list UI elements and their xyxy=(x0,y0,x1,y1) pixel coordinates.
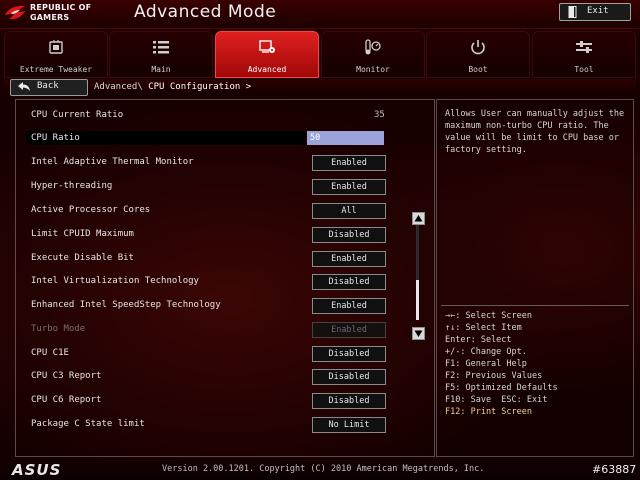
setting-label: Hyper-threading xyxy=(31,181,113,191)
setting-row-turbo-mode: Turbo Mode Enabled xyxy=(16,322,416,338)
hotkey-change-opt: +/-: Change Opt. xyxy=(445,347,527,357)
tab-label: Boot xyxy=(468,65,488,74)
setting-row-cpu-c1e[interactable]: CPU C1E Disabled xyxy=(16,346,416,362)
hotkey-select-screen: →←: Select Screen xyxy=(445,311,532,321)
setting-label: Intel Virtualization Technology xyxy=(31,276,199,286)
setting-label: Package C State limit xyxy=(31,419,145,429)
setting-select[interactable]: All xyxy=(312,203,386,219)
setting-select[interactable]: Disabled xyxy=(312,274,386,290)
setting-row-cpu-current-ratio: CPU Current Ratio 35 xyxy=(16,108,416,122)
setting-row-cpu-ratio[interactable]: CPU Ratio 50 xyxy=(16,131,416,145)
tab-main[interactable]: Main xyxy=(109,31,213,78)
hotkey-legend: →←: Select Screen ↑↓: Select Item Enter:… xyxy=(445,310,629,418)
breadcrumb: Advanced\ CPU Configuration > xyxy=(94,82,251,92)
settings-panel: CPU Current Ratio 35 CPU Ratio 50 Intel … xyxy=(15,99,435,457)
setting-label: Active Processor Cores xyxy=(31,205,151,215)
brand-line1: REPUBLIC OF xyxy=(30,3,92,12)
setting-row-speedstep-technology[interactable]: Enhanced Intel SpeedStep Technology Enab… xyxy=(16,298,416,314)
setting-row-virtualization-technology[interactable]: Intel Virtualization Technology Disabled xyxy=(16,274,416,290)
mode-title: Advanced Mode xyxy=(134,2,277,22)
setting-row-limit-cpuid-maximum[interactable]: Limit CPUID Maximum Disabled xyxy=(16,227,416,243)
exit-label: Exit xyxy=(587,6,609,16)
hotkey-select-item: ↑↓: Select Item xyxy=(445,323,522,333)
scroll-up-button[interactable] xyxy=(412,212,425,225)
setting-select[interactable]: Disabled xyxy=(312,227,386,243)
power-icon xyxy=(471,40,485,55)
setting-label: CPU C3 Report xyxy=(31,371,102,381)
setting-row-hyper-threading[interactable]: Hyper-threading Enabled xyxy=(16,179,416,195)
setting-label: CPU C6 Report xyxy=(31,395,102,405)
setting-value: 35 xyxy=(374,110,385,120)
setting-select[interactable]: Enabled xyxy=(312,179,386,195)
setting-select[interactable]: Disabled xyxy=(312,346,386,362)
setting-select[interactable]: Disabled xyxy=(312,393,386,409)
setting-label: CPU Current Ratio xyxy=(31,110,124,120)
watermark-id: #63887 xyxy=(592,463,637,476)
setting-label: Enhanced Intel SpeedStep Technology xyxy=(31,300,221,310)
setting-row-cpu-c3-report[interactable]: CPU C3 Report Disabled xyxy=(16,369,416,385)
list-icon xyxy=(153,41,169,54)
advanced-chip-icon xyxy=(259,40,275,53)
tab-monitor[interactable]: Monitor xyxy=(321,31,425,78)
setting-label: Turbo Mode xyxy=(31,324,86,334)
setting-select[interactable]: Enabled xyxy=(312,155,386,171)
setting-select-disabled: Enabled xyxy=(312,322,386,338)
breadcrumb-current: CPU Configuration > xyxy=(148,82,252,92)
hotkey-save-exit: F10: Save ESC: Exit xyxy=(445,395,548,405)
exit-button[interactable]: Exit xyxy=(559,3,631,21)
setting-row-package-c-state-limit[interactable]: Package C State limit No Limit xyxy=(16,417,416,433)
setting-label: Intel Adaptive Thermal Monitor xyxy=(31,157,194,167)
setting-row-adaptive-thermal-monitor[interactable]: Intel Adaptive Thermal Monitor Enabled xyxy=(16,155,416,171)
tab-label: Advanced xyxy=(247,65,287,74)
hotkey-previous-values: F2: Previous Values xyxy=(445,371,543,381)
help-panel: Allows User can manually adjust the maxi… xyxy=(436,99,634,457)
setting-label: Execute Disable Bit xyxy=(31,253,134,263)
tab-label: Tool xyxy=(574,65,594,74)
setting-row-active-processor-cores[interactable]: Active Processor Cores All xyxy=(16,203,416,219)
navigation-bar: Back Advanced\ CPU Configuration > xyxy=(4,79,636,96)
help-description: Allows User can manually adjust the maxi… xyxy=(445,109,625,155)
setting-label: CPU C1E xyxy=(31,348,69,358)
scrollbar-thumb[interactable] xyxy=(416,280,419,320)
help-divider xyxy=(441,305,629,306)
breadcrumb-parent[interactable]: Advanced\ xyxy=(94,82,143,92)
tool-icon xyxy=(576,41,592,53)
back-button[interactable]: Back xyxy=(10,79,88,96)
tab-boot[interactable]: Boot xyxy=(426,31,530,78)
tab-tool[interactable]: Tool xyxy=(532,31,636,78)
triangle-up-icon xyxy=(414,215,423,222)
tab-extreme-tweaker[interactable]: Extreme Tweaker xyxy=(4,31,108,78)
monitor-gauge-icon xyxy=(365,39,381,55)
tab-label: Extreme Tweaker xyxy=(19,65,93,74)
tab-label: Monitor xyxy=(356,65,390,74)
setting-select[interactable]: No Limit xyxy=(312,417,386,433)
setting-label: Limit CPUID Maximum xyxy=(31,229,134,239)
brand-text: REPUBLIC OF GAMERS xyxy=(30,3,112,23)
scroll-down-button[interactable] xyxy=(412,327,425,340)
setting-row-cpu-c6-report[interactable]: CPU C6 Report Disabled xyxy=(16,393,416,409)
back-arrow-icon xyxy=(18,82,30,91)
rog-eye-logo-icon xyxy=(5,5,25,20)
setting-label: CPU Ratio xyxy=(31,133,80,143)
hotkey-optimized-defaults: F5: Optimized Defaults xyxy=(445,383,558,393)
setting-select[interactable]: Disabled xyxy=(312,369,386,385)
extreme-tweaker-icon xyxy=(49,40,63,54)
header-bar: REPUBLIC OF GAMERS Advanced Mode Exit xyxy=(0,0,640,29)
exit-door-icon xyxy=(568,6,577,18)
setting-select[interactable]: Enabled xyxy=(312,251,386,267)
hotkey-print-screen: F12: Print Screen xyxy=(445,407,532,417)
tab-advanced[interactable]: Advanced xyxy=(215,31,319,78)
cpu-ratio-input[interactable]: 50 xyxy=(307,131,384,145)
brand-line2: GAMERS xyxy=(30,13,70,22)
asus-logo: ASUS xyxy=(12,461,62,479)
hotkey-general-help: F1: General Help xyxy=(445,359,527,369)
footer-bar: ASUS Version 2.00.1201. Copyright (C) 20… xyxy=(0,458,640,480)
setting-row-execute-disable-bit[interactable]: Execute Disable Bit Enabled xyxy=(16,251,416,267)
tab-label: Main xyxy=(151,65,171,74)
triangle-down-icon xyxy=(414,330,423,337)
version-info: Version 2.00.1201. Copyright (C) 2010 Am… xyxy=(162,464,485,474)
back-label: Back xyxy=(37,81,59,91)
hotkey-enter: Enter: Select xyxy=(445,335,512,345)
setting-select[interactable]: Enabled xyxy=(312,298,386,314)
